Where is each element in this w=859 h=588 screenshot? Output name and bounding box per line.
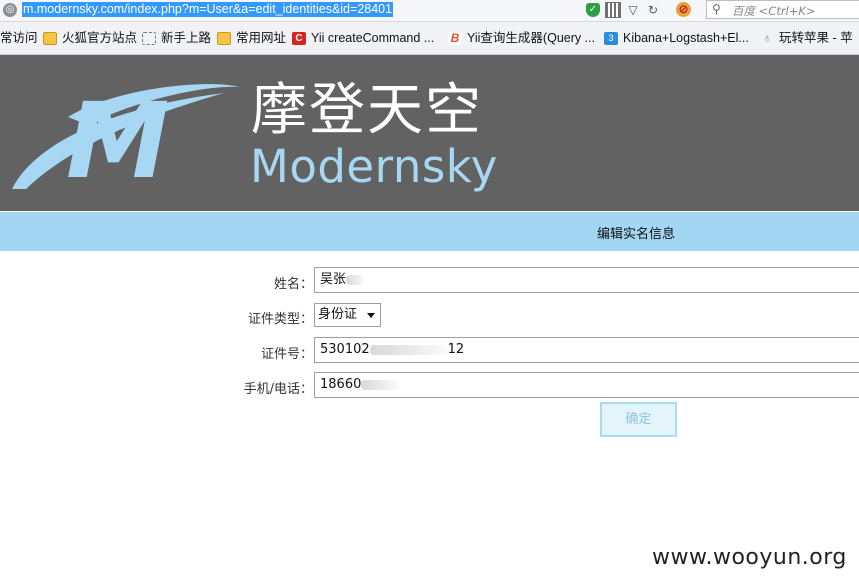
- url-text[interactable]: m.modernsky.com/index.php?m=User&a=edit_…: [22, 2, 394, 17]
- c-logo-icon: C: [292, 31, 306, 45]
- bookmark-kibana[interactable]: 3 Kibana+Logstash+El...: [604, 30, 749, 46]
- qr-code-icon[interactable]: [605, 2, 621, 18]
- bookmark-getting-started[interactable]: 新手上路: [142, 30, 211, 46]
- idtype-select[interactable]: 身份证: [314, 303, 381, 327]
- name-input[interactable]: 吴张: [314, 267, 859, 293]
- idno-row: 证件号： 530102 12: [0, 337, 859, 365]
- bookmark-yii-createcommand[interactable]: C Yii createCommand ...: [292, 30, 434, 46]
- adblock-icon[interactable]: ⊘: [676, 2, 691, 17]
- phone-label: 手机/电话：: [243, 382, 313, 397]
- search-placeholder: 百度 <Ctrl+K>: [732, 4, 816, 18]
- b-logo-icon: B: [448, 31, 462, 45]
- submit-button[interactable]: 确定: [600, 402, 677, 437]
- bookmark-yii-query-builder[interactable]: B Yii查询生成器(Query ...: [448, 30, 595, 46]
- bookmark-most-visited[interactable]: 常访问: [0, 30, 38, 46]
- bookmarks-bar: 常访问 火狐官方站点 新手上路 常用网址 C Yii createCommand…: [0, 22, 859, 55]
- chevron-down-icon: [367, 313, 375, 318]
- phone-row: 手机/电话： 18660: [0, 372, 859, 400]
- page-title: 编辑实名信息: [597, 227, 676, 242]
- three-logo-icon: 3: [604, 31, 618, 45]
- page-title-bar: 编辑实名信息: [0, 212, 859, 251]
- search-box[interactable]: ⚲ 百度 <Ctrl+K>: [706, 0, 859, 19]
- page-icon: [142, 31, 156, 45]
- brand-chinese: 摩登天空: [251, 78, 483, 143]
- idno-input[interactable]: 530102 12: [314, 337, 859, 363]
- bookmark-common-urls[interactable]: 常用网址: [217, 30, 286, 46]
- name-row: 姓名： 吴张: [0, 267, 859, 295]
- redaction-blur: [346, 274, 365, 285]
- site-header: M 摩登天空 Modernsky: [0, 55, 859, 211]
- url-bar-actions: ✓ ▽ ↻ ⊘: [586, 2, 691, 18]
- search-icon: ⚲: [712, 2, 721, 16]
- bookmark-apple[interactable]: ♁ 玩转苹果 - 苹: [760, 30, 853, 46]
- globe-icon: ◎: [3, 3, 17, 17]
- idtype-label: 证件类型：: [247, 312, 313, 327]
- folder-icon: [43, 31, 57, 45]
- idtype-row: 证件类型： 身份证: [0, 302, 859, 330]
- brand-english: Modernsky: [250, 140, 498, 193]
- redaction-blur: [361, 379, 400, 390]
- shield-icon[interactable]: ✓: [586, 3, 600, 17]
- idno-label: 证件号：: [260, 347, 313, 362]
- reload-icon[interactable]: ↻: [646, 3, 660, 17]
- name-label: 姓名：: [273, 277, 313, 292]
- redaction-blur: [369, 344, 448, 355]
- phone-input[interactable]: 18660: [314, 372, 859, 398]
- dropdown-arrow-icon[interactable]: ▽: [626, 3, 640, 17]
- bookmark-firefox-site[interactable]: 火狐官方站点: [43, 30, 137, 46]
- browser-url-bar[interactable]: ◎ m.modernsky.com/index.php?m=User&a=edi…: [0, 0, 859, 22]
- folder-icon: [217, 31, 231, 45]
- apple-icon: ♁: [762, 30, 772, 45]
- logo-letter: M: [66, 80, 170, 197]
- modernsky-logo[interactable]: M: [8, 77, 244, 197]
- watermark: www.wooyun.org: [652, 545, 847, 570]
